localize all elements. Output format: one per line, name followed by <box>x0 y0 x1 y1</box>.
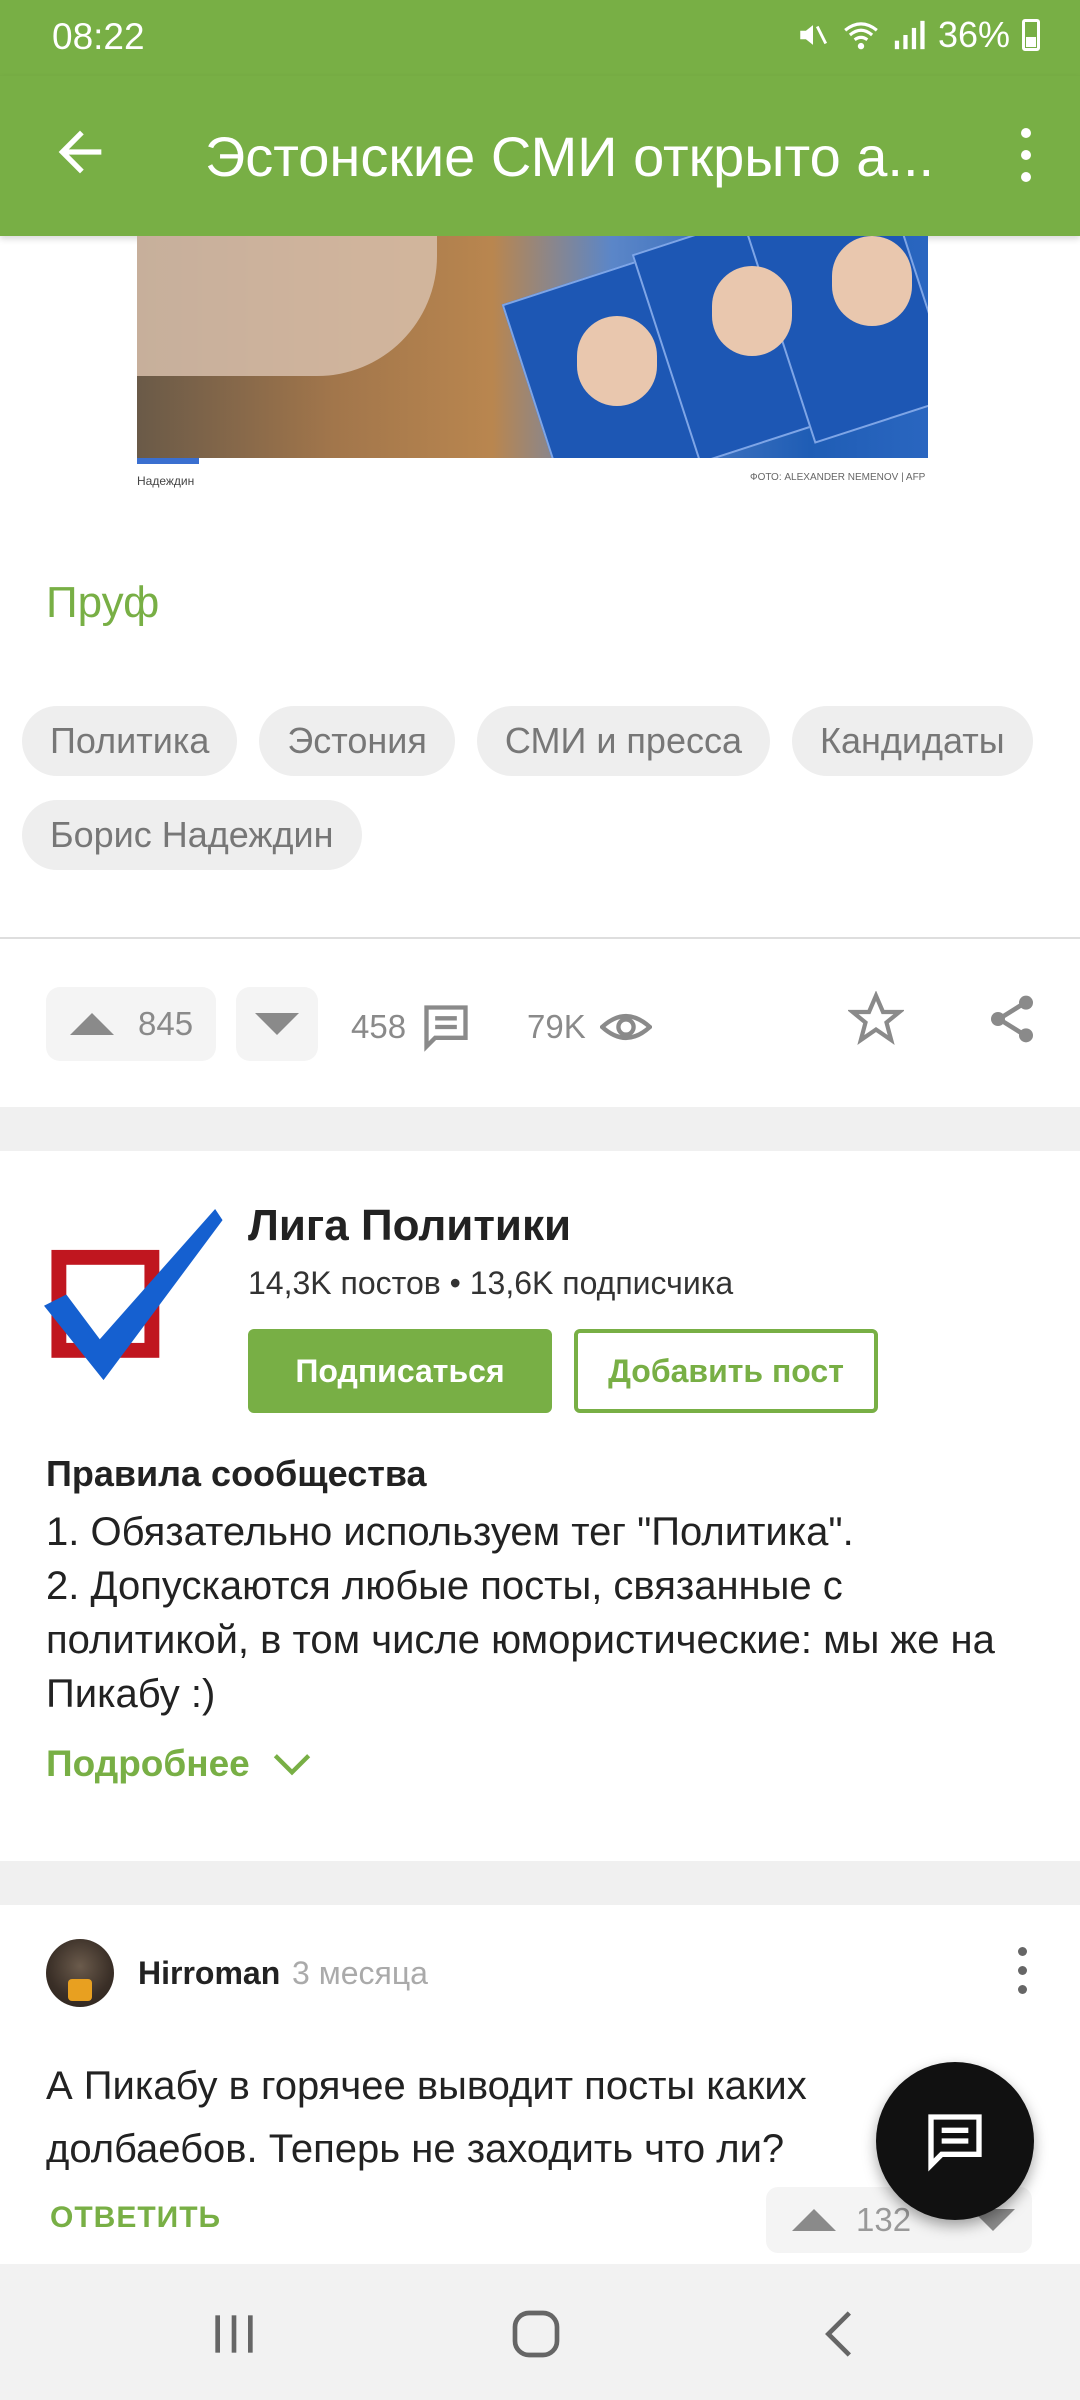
home-icon[interactable] <box>508 2306 564 2362</box>
comment-author[interactable]: Hirroman <box>138 1955 280 1992</box>
image-face <box>712 266 792 356</box>
tag-item[interactable]: Кандидаты <box>792 706 1033 776</box>
upvote-button[interactable]: 845 <box>46 987 216 1061</box>
image-face <box>832 236 912 326</box>
rule-item: 1. Обязательно используем тег "Политика"… <box>46 1510 854 1554</box>
battery-icon <box>1022 19 1040 51</box>
community-card: Лига Политики 14,3K постов • 13,6K подпи… <box>0 1151 1080 1861</box>
views-count: 79K <box>527 1008 586 1045</box>
status-icons: 36% <box>796 14 1040 56</box>
more-label: Подробнее <box>46 1743 250 1784</box>
views-stat: 79K <box>527 1001 652 1053</box>
mute-icon <box>800 25 827 45</box>
comment-vote-count: 132 <box>856 2201 912 2238</box>
image-face <box>577 316 657 406</box>
rules-text: 1. Обязательно используем тег "Политика"… <box>46 1505 1036 1721</box>
comments-count: 458 <box>351 1008 407 1045</box>
add-post-button[interactable]: Добавить пост <box>574 1329 878 1413</box>
arrow-down-icon <box>255 1013 299 1035</box>
tag-item[interactable]: Эстония <box>259 706 455 776</box>
rules-title: Правила сообщества <box>46 1453 427 1494</box>
post-image[interactable] <box>137 236 928 458</box>
comments-fab[interactable] <box>876 2062 1034 2220</box>
comment-icon <box>424 1005 468 1052</box>
tag-item[interactable]: СМИ и пресса <box>476 706 770 776</box>
more-button[interactable]: Подробнее <box>46 1743 312 1785</box>
more-vert-icon[interactable] <box>1018 1947 1030 2004</box>
app-toolbar: Эстонские СМИ открыто а... <box>0 76 1080 236</box>
rule-item: 2. Допускаются любые посты, связанные с … <box>46 1564 995 1716</box>
comments-button[interactable]: 458 <box>351 1001 472 1053</box>
comment-text: А Пикабу в горячее выводит посты каких д… <box>46 2064 807 2171</box>
eye-icon <box>599 1014 652 1040</box>
arrow-up-icon[interactable] <box>792 2209 836 2231</box>
section-separator <box>0 1861 1080 1905</box>
section-separator <box>0 1107 1080 1151</box>
status-bar: 08:22 36% <box>0 0 1080 76</box>
proof-link[interactable]: Пруф <box>46 578 159 628</box>
share-icon[interactable] <box>984 991 1040 1047</box>
star-icon[interactable] <box>848 991 904 1047</box>
subscribe-button[interactable]: Подписаться <box>248 1329 552 1413</box>
upvote-count: 845 <box>138 1005 194 1042</box>
avatar[interactable] <box>46 1939 114 2007</box>
back-arrow-icon[interactable] <box>48 120 112 184</box>
community-name[interactable]: Лига Политики <box>248 1201 571 1251</box>
back-icon[interactable] <box>812 2306 868 2362</box>
reply-button[interactable]: ОТВЕТИТЬ <box>50 2201 221 2235</box>
image-hand <box>137 236 437 376</box>
system-nav-bar <box>0 2264 1080 2400</box>
image-photo-credit: ФОТО: ALEXANDER NEMENOV | AFP <box>750 472 926 483</box>
image-underline <box>137 458 199 464</box>
recent-apps-icon[interactable] <box>206 2306 262 2362</box>
arrow-up-icon <box>70 1013 114 1035</box>
community-stats: 14,3K постов • 13,6K подписчика <box>248 1265 734 1301</box>
post-action-bar: 845 458 79K <box>0 939 1080 1107</box>
status-time: 08:22 <box>52 16 145 57</box>
community-logo[interactable] <box>44 1209 230 1395</box>
signal-icon <box>894 20 925 50</box>
tag-list: Политика Эстония СМИ и пресса Кандидаты … <box>22 706 1062 870</box>
wifi-icon <box>844 22 878 50</box>
downvote-button[interactable] <box>236 987 318 1061</box>
battery-percent: 36% <box>937 14 1010 55</box>
more-vert-icon[interactable] <box>1018 128 1034 184</box>
tag-item[interactable]: Борис Надеждин <box>22 800 362 870</box>
chat-icon <box>928 2114 982 2172</box>
tag-item[interactable]: Политика <box>22 706 238 776</box>
image-caption-name: Надеждин <box>137 474 195 488</box>
comment-time: 3 месяца <box>292 1955 428 1991</box>
page-title: Эстонские СМИ открыто а... <box>205 125 935 188</box>
chevron-down-icon <box>273 1754 310 1776</box>
